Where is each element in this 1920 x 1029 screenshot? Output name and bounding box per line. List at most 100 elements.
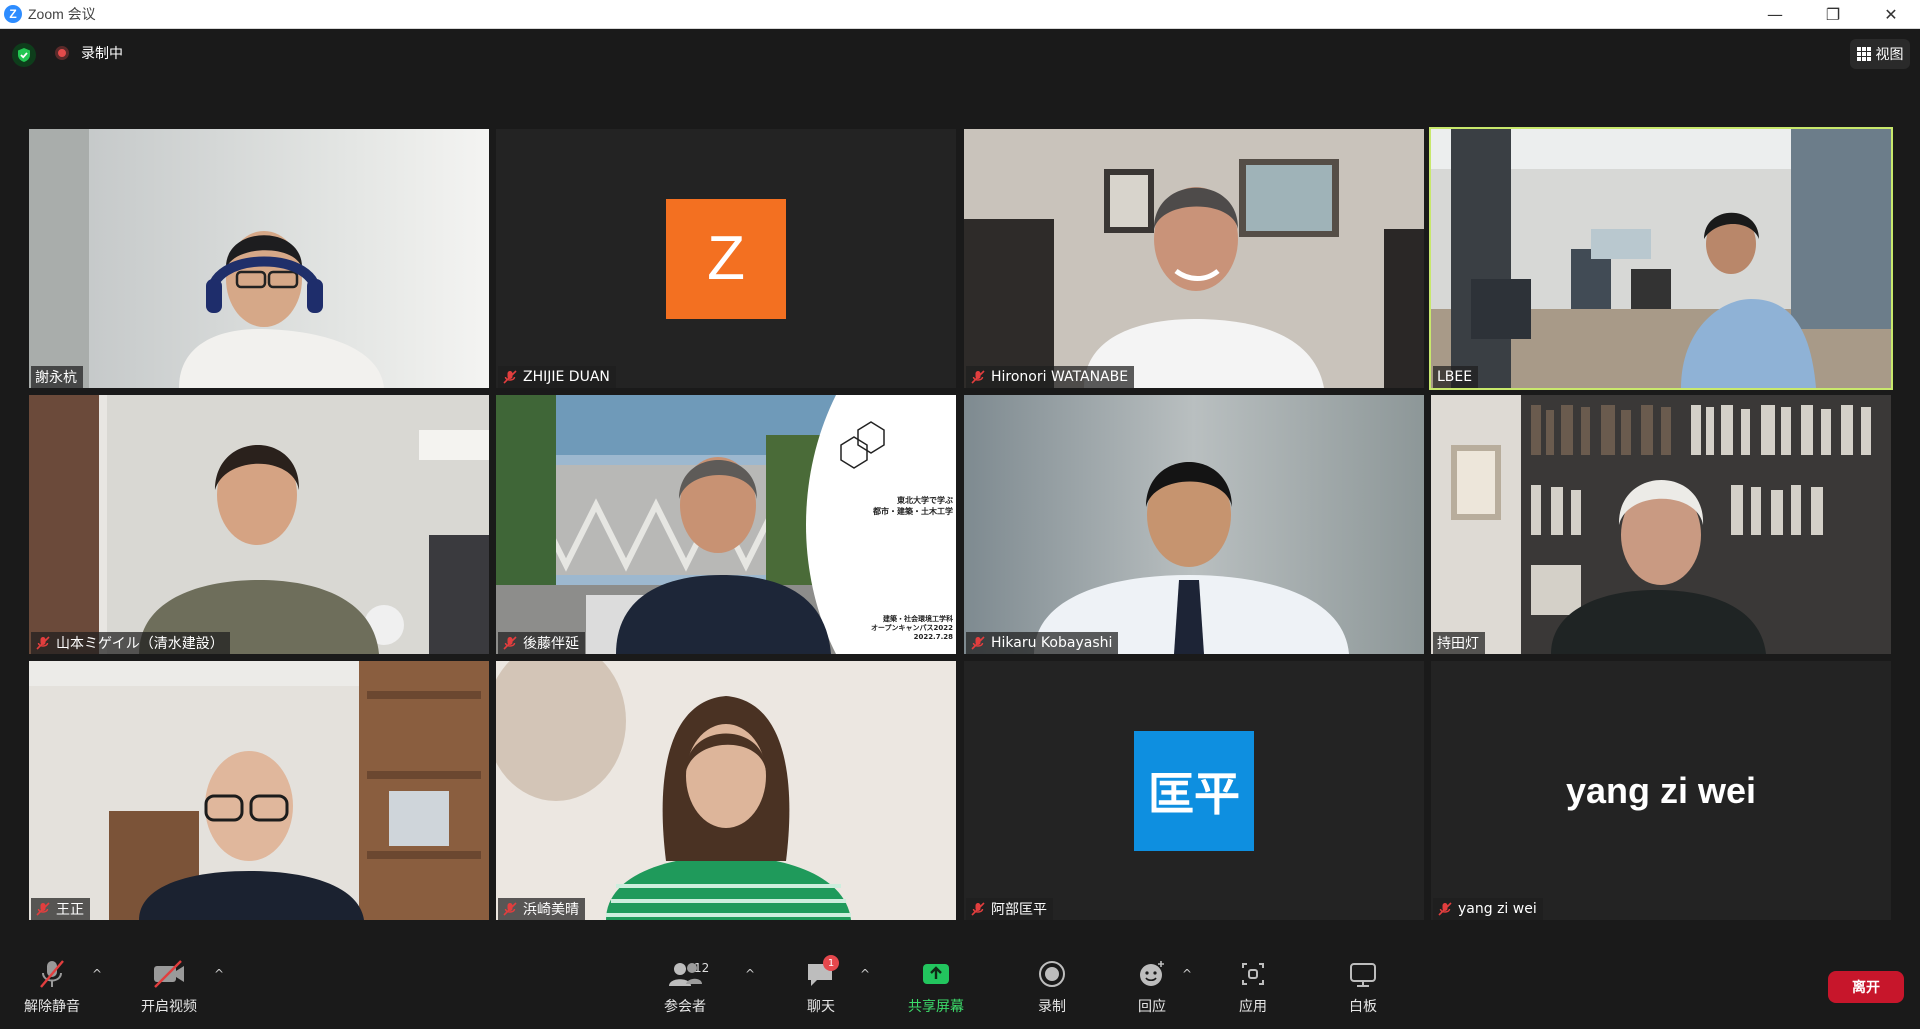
mic-muted-icon <box>502 369 518 385</box>
mic-muted-icon <box>1437 901 1453 917</box>
close-button[interactable]: ✕ <box>1862 0 1920 29</box>
unmute-button[interactable]: 解除静音 <box>24 959 80 1016</box>
participant-name-tag: Hikaru Kobayashi <box>966 632 1119 654</box>
participant-name-tag: yang zi wei <box>1433 898 1543 920</box>
mic-muted-icon <box>502 635 518 651</box>
participants-button[interactable]: 12 参会者 <box>660 959 710 1016</box>
participant-name: 王正 <box>56 902 84 918</box>
video-tile-8[interactable]: 王正 <box>29 661 489 920</box>
whiteboard-icon <box>1348 959 1378 989</box>
mic-muted-icon <box>970 635 986 651</box>
recording-label: 录制中 <box>81 46 123 62</box>
participant-name-tag: 持田灯 <box>1433 632 1485 654</box>
video-tile-2[interactable]: Hironori WATANABE <box>964 129 1424 388</box>
video-tile-4[interactable]: 山本ミゲイル（清水建設） <box>29 395 489 654</box>
participant-name-tag: 阿部匡平 <box>966 898 1053 920</box>
video-tile-9[interactable]: 浜崎美晴 <box>496 661 956 920</box>
mic-muted-icon <box>35 635 51 651</box>
participant-display-name: yang zi wei <box>1565 769 1757 811</box>
whiteboard-label: 白板 <box>1349 999 1377 1015</box>
video-tile-11[interactable]: yang zi wei yang zi wei <box>1431 661 1891 920</box>
participant-video <box>496 661 956 920</box>
participant-video <box>1431 395 1891 654</box>
participants-options-caret[interactable]: ^ <box>745 967 755 981</box>
participant-name: 後藤伴延 <box>523 636 579 652</box>
window-title: Zoom 会议 <box>28 6 96 22</box>
video-tile-7[interactable]: 持田灯 <box>1431 395 1891 654</box>
video-tile-10[interactable]: 匡平 阿部匡平 <box>964 661 1424 920</box>
profile-avatar: 匡平 <box>1134 730 1254 851</box>
meeting-toolbar: 解除静音 ^ 开启视频 ^ 12 参会者 ^ 1 聊天 ^ 共享屏幕 录制 回应… <box>0 949 1920 1029</box>
participant-video <box>1431 129 1891 388</box>
participant-name-tag: 謝永杭 <box>31 366 83 388</box>
restore-button[interactable]: ❐ <box>1804 0 1862 29</box>
apps-icon <box>1238 959 1268 989</box>
slide-line: 都市・建築・土木工学 <box>873 507 953 516</box>
whiteboard-button[interactable]: 白板 <box>1348 959 1378 1016</box>
slide-line: 建築・社会環境工学科 <box>883 615 953 623</box>
apps-label: 应用 <box>1239 999 1267 1015</box>
participant-video <box>29 661 489 920</box>
participants-icon: 12 <box>660 959 710 989</box>
participant-name-tag: LBEE <box>1433 366 1479 388</box>
participant-name: 阿部匡平 <box>991 902 1047 918</box>
video-options-caret[interactable]: ^ <box>214 967 224 981</box>
view-button[interactable]: 视图 <box>1850 39 1910 69</box>
participant-name: ZHIJIE DUAN <box>523 369 610 385</box>
video-tile-6[interactable]: Hikaru Kobayashi <box>964 395 1424 654</box>
slide-text-bottom: 建築・社会環境工学科 オープンキャンパス2022 2022.7.28 <box>836 615 953 642</box>
mic-muted-icon <box>502 901 518 917</box>
participant-name: 謝永杭 <box>35 370 77 386</box>
participant-name: Hikaru Kobayashi <box>991 635 1113 651</box>
chat-options-caret[interactable]: ^ <box>860 967 870 981</box>
meeting-top-bar: 录制中 视图 <box>0 29 1920 79</box>
mic-off-icon <box>35 959 69 989</box>
recording-indicator[interactable]: 录制中 <box>55 43 123 63</box>
video-tile-0[interactable]: 謝永杭 <box>29 129 489 388</box>
chat-button[interactable]: 1 聊天 <box>805 955 839 1016</box>
slide-text-top: 東北大学で学ぶ 都市・建築・土木工学 <box>858 495 953 517</box>
record-icon <box>1037 959 1067 989</box>
apps-button[interactable]: 应用 <box>1238 959 1268 1016</box>
record-button[interactable]: 录制 <box>1037 959 1067 1016</box>
participant-name-tag: ZHIJIE DUAN <box>498 366 616 388</box>
unmute-label: 解除静音 <box>24 999 80 1015</box>
chat-label: 聊天 <box>807 999 835 1015</box>
profile-avatar: Z <box>666 198 786 319</box>
audio-options-caret[interactable]: ^ <box>92 967 102 981</box>
record-label: 录制 <box>1038 999 1066 1015</box>
participant-name: Hironori WATANABE <box>991 369 1129 385</box>
minimize-button[interactable]: — <box>1746 0 1804 29</box>
title-bar: Z Zoom 会议 — ❐ ✕ <box>0 0 1920 29</box>
window-controls: — ❐ ✕ <box>1746 0 1920 29</box>
view-label: 视图 <box>1875 47 1904 63</box>
record-dot-icon <box>55 46 69 60</box>
share-screen-label: 共享屏幕 <box>908 999 964 1015</box>
reactions-label: 回应 <box>1138 999 1166 1015</box>
chat-badge: 1 <box>823 955 839 971</box>
zoom-logo-icon: Z <box>4 5 22 23</box>
share-screen-icon <box>920 959 952 989</box>
share-screen-button[interactable]: 共享屏幕 <box>908 959 964 1016</box>
participants-count: 12 <box>694 961 710 975</box>
mic-muted-icon <box>35 901 51 917</box>
participant-name-tag: 後藤伴延 <box>498 632 585 654</box>
participant-video <box>29 395 489 654</box>
participants-label: 参会者 <box>664 999 706 1015</box>
video-tile-3[interactable]: LBEE <box>1429 127 1893 390</box>
video-tile-1[interactable]: Z ZHIJIE DUAN <box>496 129 956 388</box>
mic-muted-icon <box>970 369 986 385</box>
shield-check-icon[interactable] <box>12 43 36 67</box>
reactions-options-caret[interactable]: ^ <box>1182 967 1192 981</box>
grid-view-icon <box>1856 47 1871 61</box>
participant-video <box>964 129 1424 388</box>
participant-name: yang zi wei <box>1458 901 1537 917</box>
slide-line: オープンキャンパス2022 <box>870 624 953 632</box>
participant-name-tag: 山本ミゲイル（清水建設） <box>31 632 230 654</box>
reactions-button[interactable]: 回应 <box>1137 959 1167 1016</box>
start-video-button[interactable]: 开启视频 <box>141 959 197 1016</box>
video-tile-5[interactable]: 東北大学で学ぶ 都市・建築・土木工学 建築・社会環境工学科 オープンキャンパス2… <box>496 395 956 654</box>
slide-line: 2022.7.28 <box>913 633 953 641</box>
participant-name: 持田灯 <box>1437 636 1479 652</box>
leave-button[interactable]: 离开 <box>1828 971 1904 1003</box>
